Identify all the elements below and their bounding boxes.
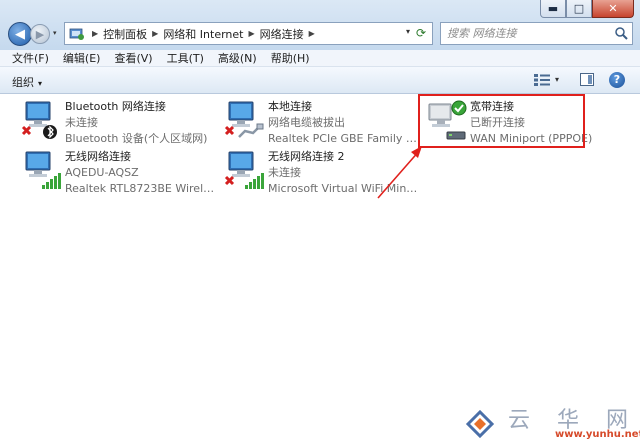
title-bar: ▬ □ ✕ ◀ ▶ ▾ ▶ 控制面板 ▶ 网络和 Internet ▶ 网络连接… [0,0,640,50]
connection-device: Realtek RTL8723BE Wireless L... [65,182,215,195]
menu-bar: 文件(F) 编辑(E) 查看(V) 工具(T) 高级(N) 帮助(H) [0,50,640,67]
organize-label: 组织 [12,76,34,89]
search-input[interactable]: 搜索 网络连接 [440,22,633,45]
control-panel-icon [69,28,84,40]
breadcrumb-network-internet[interactable]: 网络和 Internet [163,26,243,42]
search-placeholder: 搜索 网络连接 [447,27,517,40]
help-icon[interactable]: ? [609,72,625,88]
breadcrumb-network-connections[interactable]: 网络连接 [260,26,304,42]
maximize-icon: □ [573,2,585,15]
breadcrumb-separator[interactable]: ▶ [249,29,255,38]
organize-button[interactable]: 组织 ▾ [12,74,42,90]
bluetooth-network-icon [21,101,57,139]
connection-name: Bluetooth 网络连接 [65,100,166,113]
connection-item-wireless[interactable]: 无线网络连接 AQEDU-AQSZ Realtek RTL8723BE Wire… [20,149,215,197]
search-icon[interactable] [614,26,628,40]
forward-arrow-icon: ▶ [35,27,45,41]
connection-status: 网络电缆被拔出 [268,116,345,129]
breadcrumb-separator[interactable]: ▶ [152,29,158,38]
forward-button[interactable]: ▶ [30,24,50,44]
connection-text: Bluetooth 网络连接 未连接 Bluetooth 设备(个人区域网) [65,99,215,147]
back-button[interactable]: ◀ [8,22,32,46]
address-dropdown-icon[interactable]: ▾ [406,27,410,36]
wireless-network-icon [224,151,264,189]
breadcrumb-separator[interactable]: ▶ [309,29,315,38]
watermark-url: www.yunhu.net [555,429,640,440]
refresh-icon[interactable]: ⟳ [413,25,429,41]
menu-edit[interactable]: 编辑(E) [63,50,101,66]
menu-view[interactable]: 查看(V) [114,50,152,66]
connection-status: 未连接 [65,116,98,129]
wired-network-icon [224,101,264,138]
view-options-chevron-icon[interactable]: ▾ [555,75,559,84]
maximize-button[interactable]: □ [566,0,592,18]
connection-name: 本地连接 [268,100,312,113]
annotation-arrow-icon [377,146,422,199]
menu-help[interactable]: 帮助(H) [271,50,310,66]
command-bar: 组织 ▾ ▾ ? [0,67,640,94]
breadcrumb-control-panel[interactable]: 控制面板 [103,26,147,42]
connection-text: 无线网络连接 AQEDU-AQSZ Realtek RTL8723BE Wire… [65,149,215,197]
close-icon: ✕ [608,2,618,15]
minimize-icon: ▬ [547,2,559,15]
menu-advanced[interactable]: 高级(N) [218,50,257,66]
breadcrumb-separator: ▶ [92,29,99,38]
wireless-network-icon [25,151,61,189]
connection-status: AQEDU-AQSZ [65,166,139,179]
connection-name: 无线网络连接 [65,150,131,163]
menu-tools[interactable]: 工具(T) [167,50,204,66]
recent-pages-dropdown[interactable]: ▾ [53,29,61,39]
chevron-down-icon: ▾ [38,79,43,88]
menu-file[interactable]: 文件(F) [12,50,49,66]
connection-item-bluetooth[interactable]: Bluetooth 网络连接 未连接 Bluetooth 设备(个人区域网) [20,99,210,147]
annotation-highlight-box [418,94,585,148]
minimize-button[interactable]: ▬ [540,0,566,18]
back-arrow-icon: ◀ [15,26,25,42]
preview-pane-icon[interactable] [580,73,594,86]
address-bar[interactable]: ▶ 控制面板 ▶ 网络和 Internet ▶ 网络连接 ▶ ▾ ⟳ [64,22,433,45]
change-view-icon[interactable] [534,74,550,86]
window-caption-buttons: ▬ □ ✕ [540,0,634,18]
close-button[interactable]: ✕ [592,0,634,18]
connection-device: Bluetooth 设备(个人区域网) [65,132,208,145]
